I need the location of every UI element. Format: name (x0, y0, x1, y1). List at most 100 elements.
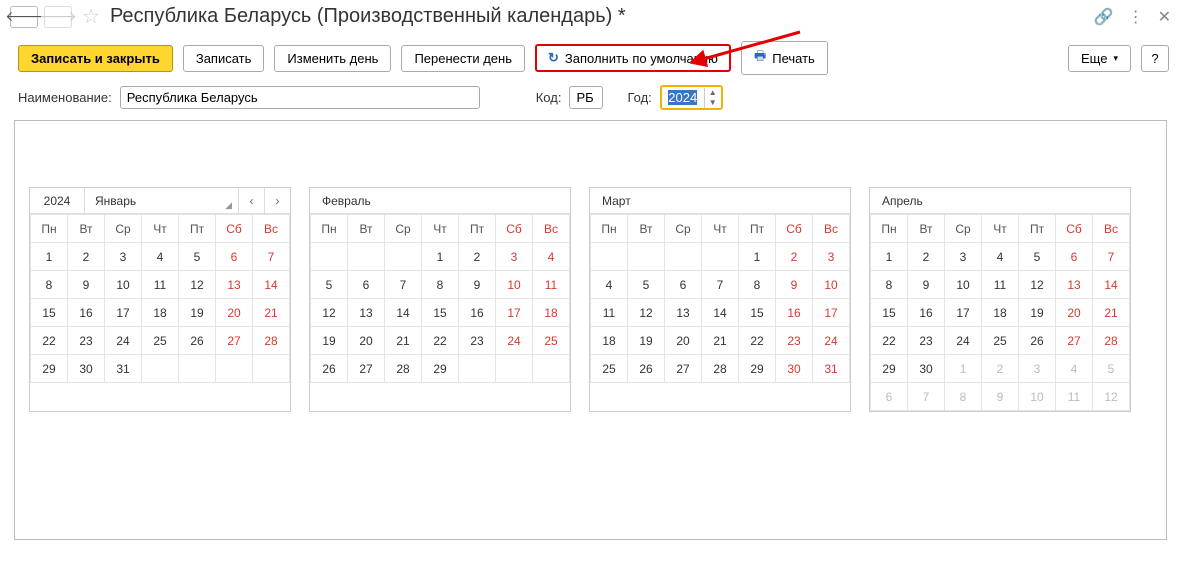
calendar-day-cell[interactable]: 11 (982, 271, 1019, 299)
calendar-day-cell[interactable]: 30 (908, 355, 945, 383)
calendar-day-cell[interactable]: 27 (665, 355, 702, 383)
calendar-day-cell[interactable]: 23 (459, 327, 496, 355)
calendar-day-cell[interactable]: 8 (739, 271, 776, 299)
calendar-day-cell[interactable]: 3 (105, 243, 142, 271)
calendar-day-cell[interactable]: 28 (253, 327, 290, 355)
calendar-day-cell[interactable]: 15 (739, 299, 776, 327)
favorite-star-icon[interactable]: ☆ (78, 4, 104, 29)
calendar-day-cell[interactable]: 5 (1019, 243, 1056, 271)
close-icon[interactable]: ✕ (1158, 7, 1171, 27)
calendar-day-cell[interactable]: 25 (591, 355, 628, 383)
calendar-day-cell[interactable]: 16 (776, 299, 813, 327)
calendar-day-cell[interactable]: 16 (908, 299, 945, 327)
calendar-day-cell[interactable]: 9 (459, 271, 496, 299)
calendar-day-cell[interactable]: 5 (628, 271, 665, 299)
move-day-button[interactable]: Перенести день (401, 45, 525, 72)
calendar-day-cell[interactable]: 17 (105, 299, 142, 327)
calendar-day-cell[interactable]: 3 (813, 243, 850, 271)
calendar-day-cell[interactable]: 15 (31, 299, 68, 327)
calendar-day-cell[interactable]: 21 (253, 299, 290, 327)
calendar-day-cell[interactable]: 28 (702, 355, 739, 383)
calendar-day-cell[interactable]: 29 (422, 355, 459, 383)
calendar-day-cell[interactable]: 5 (311, 271, 348, 299)
calendar-day-cell[interactable]: 22 (422, 327, 459, 355)
calendar-day-cell[interactable]: 4 (1056, 355, 1093, 383)
calendar-day-cell[interactable]: 13 (216, 271, 253, 299)
calendar-day-cell[interactable]: 9 (68, 271, 105, 299)
name-input[interactable] (120, 86, 480, 109)
fill-default-button[interactable]: ↻ Заполнить по умолчанию (535, 44, 731, 72)
change-day-button[interactable]: Изменить день (274, 45, 391, 72)
calendar-day-cell[interactable]: 13 (348, 299, 385, 327)
calendar-day-cell[interactable]: 7 (908, 383, 945, 411)
calendar-day-cell[interactable]: 4 (982, 243, 1019, 271)
calendar-day-cell[interactable]: 8 (422, 271, 459, 299)
calendar-day-cell[interactable]: 19 (179, 299, 216, 327)
calendar-day-cell[interactable]: 26 (628, 355, 665, 383)
calendar-day-cell[interactable]: 26 (1019, 327, 1056, 355)
calendar-day-cell[interactable]: 6 (871, 383, 908, 411)
calendar-day-cell[interactable]: 11 (1056, 383, 1093, 411)
calendar-month-selector[interactable]: Январь◢ (85, 188, 238, 213)
calendar-day-cell[interactable]: 20 (665, 327, 702, 355)
calendar-day-cell[interactable]: 31 (813, 355, 850, 383)
calendar-day-cell[interactable]: 3 (1019, 355, 1056, 383)
calendar-day-cell[interactable]: 2 (908, 243, 945, 271)
calendar-day-cell[interactable]: 17 (496, 299, 533, 327)
calendar-day-cell[interactable]: 8 (871, 271, 908, 299)
calendar-day-cell[interactable]: 12 (1093, 383, 1130, 411)
calendar-day-cell[interactable]: 22 (31, 327, 68, 355)
calendar-day-cell[interactable]: 14 (1093, 271, 1130, 299)
calendar-day-cell[interactable]: 1 (945, 355, 982, 383)
save-button[interactable]: Записать (183, 45, 265, 72)
calendar-day-cell[interactable]: 9 (776, 271, 813, 299)
calendar-day-cell[interactable]: 18 (533, 299, 570, 327)
calendar-day-cell[interactable]: 21 (1093, 299, 1130, 327)
calendar-day-cell[interactable]: 1 (739, 243, 776, 271)
calendar-day-cell[interactable]: 21 (702, 327, 739, 355)
calendar-day-cell[interactable]: 6 (348, 271, 385, 299)
calendar-day-cell[interactable]: 12 (179, 271, 216, 299)
calendar-day-cell[interactable]: 14 (253, 271, 290, 299)
calendar-day-cell[interactable]: 18 (591, 327, 628, 355)
calendar-day-cell[interactable]: 5 (179, 243, 216, 271)
calendar-day-cell[interactable]: 7 (1093, 243, 1130, 271)
calendar-day-cell[interactable]: 11 (591, 299, 628, 327)
calendar-day-cell[interactable]: 10 (945, 271, 982, 299)
year-spinner-up[interactable]: ▲ (705, 88, 721, 98)
calendar-day-cell[interactable]: 12 (1019, 271, 1056, 299)
calendar-day-cell[interactable]: 20 (216, 299, 253, 327)
calendar-prev-icon[interactable]: ‹ (238, 188, 264, 213)
calendar-day-cell[interactable]: 10 (813, 271, 850, 299)
calendar-day-cell[interactable]: 25 (142, 327, 179, 355)
calendar-next-icon[interactable]: › (264, 188, 290, 213)
calendar-day-cell[interactable]: 25 (982, 327, 1019, 355)
calendar-day-cell[interactable]: 28 (385, 355, 422, 383)
calendar-day-cell[interactable]: 26 (311, 355, 348, 383)
calendar-day-cell[interactable]: 2 (776, 243, 813, 271)
calendar-day-cell[interactable]: 18 (982, 299, 1019, 327)
calendar-day-cell[interactable]: 23 (68, 327, 105, 355)
calendar-day-cell[interactable]: 22 (739, 327, 776, 355)
calendar-day-cell[interactable]: 26 (179, 327, 216, 355)
calendar-day-cell[interactable]: 28 (1093, 327, 1130, 355)
calendar-day-cell[interactable]: 30 (68, 355, 105, 383)
calendar-day-cell[interactable]: 3 (945, 243, 982, 271)
calendar-day-cell[interactable]: 19 (1019, 299, 1056, 327)
calendar-day-cell[interactable]: 21 (385, 327, 422, 355)
calendar-day-cell[interactable]: 2 (68, 243, 105, 271)
calendar-day-cell[interactable]: 27 (1056, 327, 1093, 355)
calendar-day-cell[interactable]: 12 (628, 299, 665, 327)
calendar-day-cell[interactable]: 23 (908, 327, 945, 355)
calendar-day-cell[interactable]: 5 (1093, 355, 1130, 383)
code-input[interactable] (569, 86, 603, 109)
calendar-day-cell[interactable]: 24 (105, 327, 142, 355)
calendar-day-cell[interactable]: 3 (496, 243, 533, 271)
calendar-day-cell[interactable]: 1 (422, 243, 459, 271)
calendar-day-cell[interactable]: 11 (533, 271, 570, 299)
calendar-day-cell[interactable]: 22 (871, 327, 908, 355)
calendar-day-cell[interactable]: 4 (142, 243, 179, 271)
calendar-day-cell[interactable]: 18 (142, 299, 179, 327)
calendar-day-cell[interactable]: 1 (31, 243, 68, 271)
calendar-day-cell[interactable]: 14 (385, 299, 422, 327)
